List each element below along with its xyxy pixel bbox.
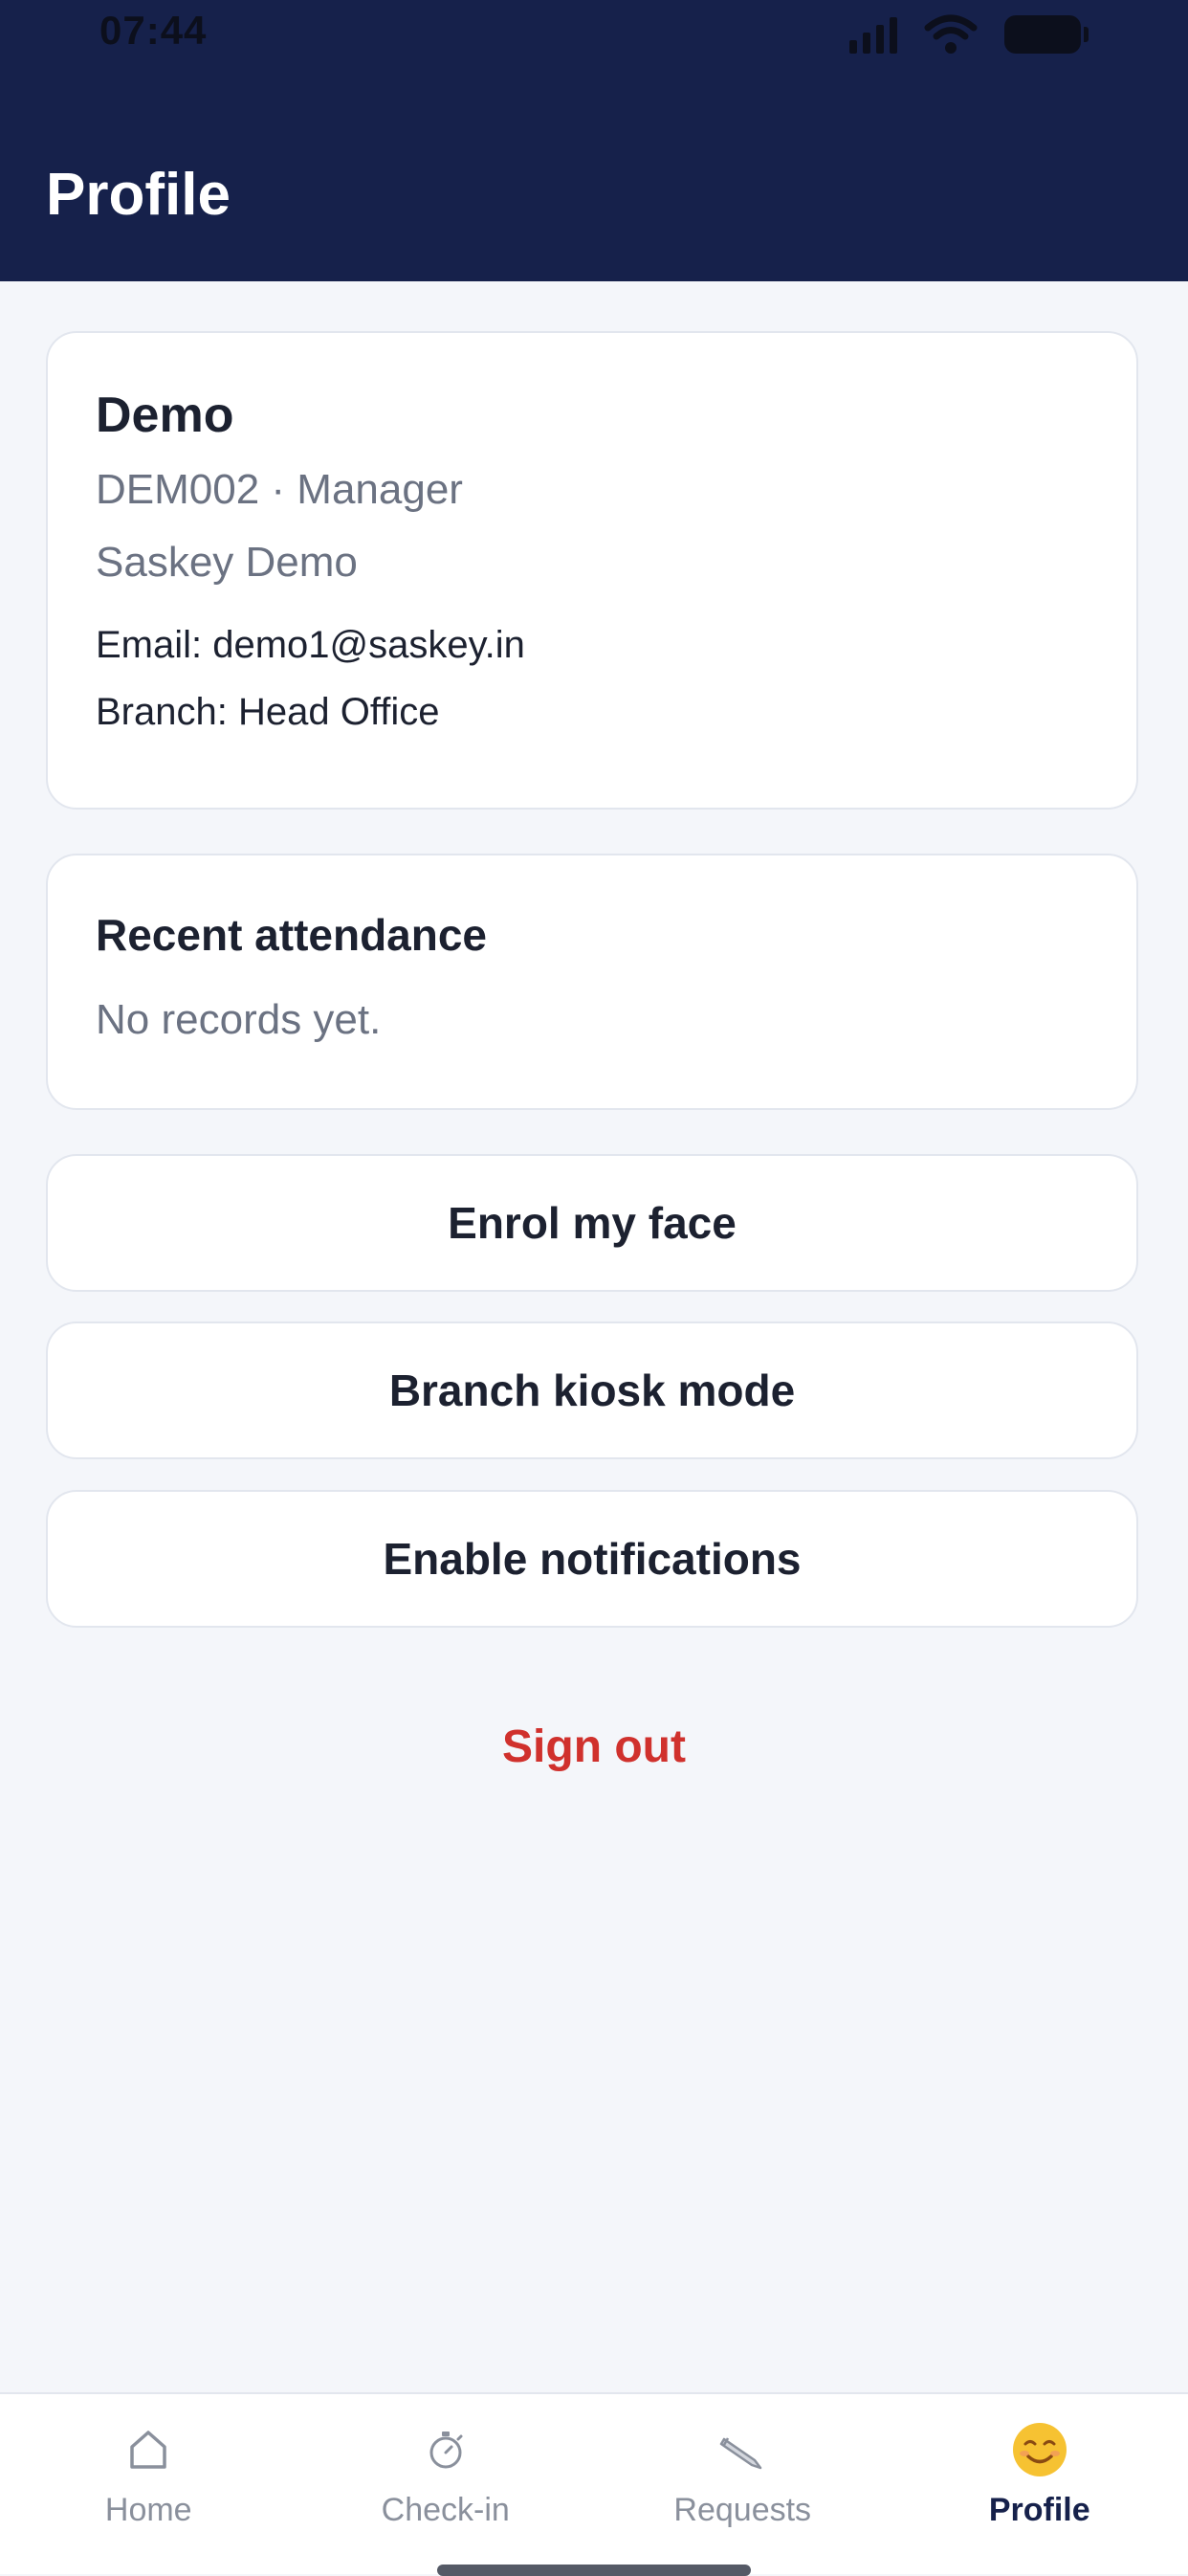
profile-branch: Branch: Head Office [96,693,1089,731]
profile-email: Email: demo1@saskey.in [96,626,1089,664]
home-indicator [437,2565,751,2576]
enable-notifications-button[interactable]: Enable notifications [46,1490,1138,1628]
bottom-tab-bar: Home Check-in Requests [0,2392,1188,2574]
tab-profile-label: Profile [989,2492,1090,2529]
signal-icon [849,15,897,54]
page-title: Profile [46,161,231,229]
recent-attendance-card: Recent attendance No records yet. [46,854,1138,1110]
recent-attendance-title: Recent attendance [96,913,1089,957]
profile-name: Demo [96,390,1089,440]
profile-organization: Saskey Demo [96,542,1089,584]
pencil-icon [714,2421,771,2478]
tab-requests[interactable]: Requests [594,2394,891,2574]
stopwatch-icon [417,2421,474,2478]
app-header: 07:44 Profile [0,0,1188,281]
tab-home-label: Home [105,2492,192,2529]
smiley-icon [1011,2421,1068,2478]
sign-out-button[interactable]: Sign out [0,1721,1188,1773]
profile-id-role: DEM002 · Manager [96,469,1089,511]
tab-requests-label: Requests [673,2492,811,2529]
battery-icon [1004,15,1081,54]
enrol-face-button[interactable]: Enrol my face [46,1154,1138,1292]
profile-card: Demo DEM002 · Manager Saskey Demo Email:… [46,331,1138,810]
tab-check-in-label: Check-in [382,2492,510,2529]
wifi-icon [924,14,978,55]
status-icons [849,13,1081,56]
tab-home[interactable]: Home [0,2394,297,2574]
home-icon [120,2421,177,2478]
status-time: 07:44 [99,8,207,54]
tab-check-in[interactable]: Check-in [297,2394,595,2574]
tab-profile[interactable]: Profile [891,2394,1188,2574]
attendance-empty-text: No records yet. [96,999,1089,1041]
branch-kiosk-mode-button[interactable]: Branch kiosk mode [46,1321,1138,1459]
